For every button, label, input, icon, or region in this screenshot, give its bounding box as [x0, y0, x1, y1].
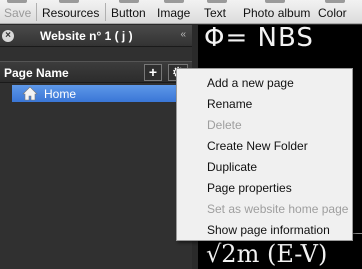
button-tool-label: Button [111, 6, 146, 20]
column-header: Page Name + ⚙ [0, 61, 192, 83]
image-tool-label: Image [157, 6, 191, 20]
menu-item-delete[interactable]: Delete [207, 116, 242, 134]
photo-album-tool[interactable]: Photo album [243, 0, 311, 22]
image-tool[interactable]: Image [157, 0, 191, 22]
tree-item-label: Home [44, 87, 77, 101]
menu-item-create-folder[interactable]: Create New Folder [207, 137, 308, 155]
menu-item-rename[interactable]: Rename [207, 95, 252, 113]
resources-icon [59, 0, 79, 3]
resources-button[interactable]: Resources [42, 0, 100, 22]
text-icon [207, 0, 227, 3]
home-icon [22, 86, 38, 101]
save-label: Save [4, 6, 32, 20]
menu-item-page-properties[interactable]: Page properties [207, 179, 292, 197]
button-icon [119, 0, 139, 3]
panel-header: × Website n° 1 ( j ) « [0, 25, 192, 47]
image-icon [164, 0, 184, 3]
panel-title: Website n° 1 ( j ) [40, 29, 133, 43]
toolbar-divider [105, 3, 106, 21]
pages-panel: × Website n° 1 ( j ) « Page Name + ⚙ Hom… [0, 25, 192, 269]
collapse-icon[interactable]: « [180, 29, 186, 40]
context-menu: Add a new page Rename Delete Create New … [176, 68, 353, 241]
menu-item-duplicate[interactable]: Duplicate [207, 158, 257, 176]
menu-item-page-info[interactable]: Show page information [207, 221, 330, 239]
preview-formula-top: Φ= NBS [204, 25, 314, 53]
button-tool[interactable]: Button [111, 0, 147, 22]
close-icon[interactable]: × [2, 30, 14, 42]
menu-item-add-page[interactable]: Add a new page [207, 74, 294, 92]
save-icon [7, 0, 27, 3]
add-page-button[interactable]: + [144, 64, 162, 81]
photo-album-label: Photo album [243, 6, 311, 20]
color-tool[interactable]: Color [318, 0, 352, 22]
color-icon [325, 0, 345, 3]
tree-item-home[interactable]: Home [12, 85, 192, 102]
save-button[interactable]: Save [4, 0, 32, 22]
color-tool-label: Color [318, 6, 347, 20]
photo-album-icon [265, 0, 285, 3]
menu-item-set-home[interactable]: Set as website home page [207, 200, 348, 218]
page-name-header: Page Name [4, 66, 69, 80]
text-tool-label: Text [204, 6, 227, 20]
text-tool[interactable]: Text [204, 0, 230, 22]
resources-label: Resources [42, 6, 100, 20]
toolbar-divider [36, 3, 37, 21]
top-toolbar: Save Resources Button Image Text Photo a… [0, 0, 362, 24]
preview-formula-bottom: √2m (E-V) [206, 240, 328, 268]
